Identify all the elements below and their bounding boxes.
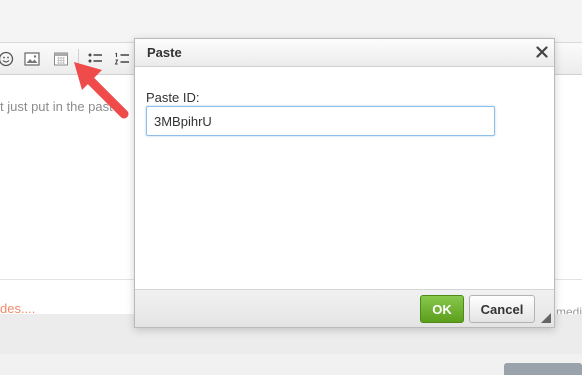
close-icon[interactable] [533, 43, 551, 61]
paste-id-input[interactable] [146, 106, 495, 136]
cancel-button[interactable]: Cancel [469, 295, 535, 323]
image-icon[interactable] [22, 49, 42, 69]
ok-button[interactable]: OK [420, 295, 464, 323]
dialog-title: Paste [147, 45, 182, 60]
resize-grip-icon[interactable] [541, 313, 551, 323]
dialog-titlebar[interactable]: Paste [135, 39, 554, 67]
dialog-body: Paste ID: [135, 67, 554, 289]
paste-dialog: Paste Paste ID: OK Cancel [134, 38, 555, 328]
top-band [0, 0, 582, 42]
smiley-icon[interactable] [0, 49, 16, 69]
dialog-footer: OK Cancel [135, 289, 554, 327]
bottom-button[interactable] [504, 363, 582, 375]
red-arrow-annotation [74, 62, 129, 119]
paste-id-label: Paste ID: [146, 90, 200, 105]
